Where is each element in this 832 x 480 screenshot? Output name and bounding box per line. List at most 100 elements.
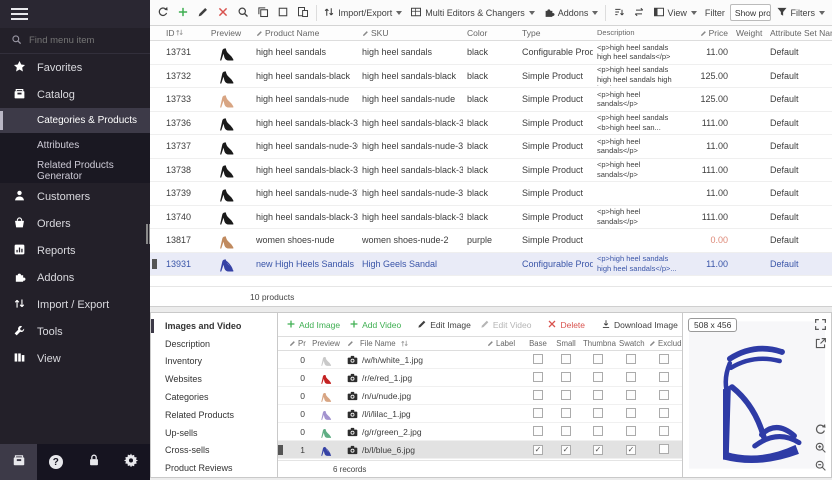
transfer-button[interactable] xyxy=(630,4,648,22)
product-row[interactable]: 13731high heel sandalshigh heel sandalsb… xyxy=(150,41,832,65)
delete-image-button[interactable]: Delete xyxy=(544,317,588,333)
tab-categories[interactable]: Categories xyxy=(151,388,277,406)
sidebar-item-catalog[interactable]: Catalog xyxy=(0,81,150,108)
image-row[interactable]: 1/b/l/blue_6.jpg✓✓✓✓ xyxy=(278,441,682,459)
select-button[interactable] xyxy=(274,4,292,22)
small-checkbox[interactable] xyxy=(561,354,571,364)
help-button[interactable]: ? xyxy=(37,455,75,469)
thumbnail-checkbox[interactable] xyxy=(593,426,603,436)
swatch-checkbox[interactable] xyxy=(626,372,636,382)
menu-search-input[interactable] xyxy=(29,35,129,46)
open-external-icon[interactable] xyxy=(814,337,827,350)
exclude-checkbox[interactable] xyxy=(659,408,669,418)
image-row[interactable]: 0/w/h/white_1.jpg xyxy=(278,351,682,369)
tab-images-and-video[interactable]: Images and Video xyxy=(151,317,277,335)
column-header-exclude[interactable]: Exclude xyxy=(646,339,681,348)
sidebar-subitem-categories-products[interactable]: Categories & Products xyxy=(0,108,150,133)
column-header-product-name[interactable]: Product Name xyxy=(252,28,358,38)
product-row[interactable]: 13737high heel sandals-nude-36high heel … xyxy=(150,135,832,159)
column-header-swatch[interactable]: Swatch xyxy=(616,339,646,348)
tab-inventory[interactable]: Inventory xyxy=(151,353,277,371)
product-row[interactable]: 13733high heel sandals-nudehigh heel san… xyxy=(150,88,832,112)
image-row[interactable]: 0/r/e/red_1.jpg xyxy=(278,369,682,387)
view-button[interactable]: View xyxy=(650,4,700,22)
small-checkbox[interactable] xyxy=(561,390,571,400)
menu-toggle-button[interactable] xyxy=(0,0,150,28)
duplicate-button[interactable] xyxy=(294,4,312,22)
column-header-description[interactable]: Description xyxy=(593,28,683,37)
product-row[interactable]: 13817women shoes-nudewomen shoes-nude-2p… xyxy=(150,229,832,253)
product-row[interactable]: 13740high heel sandals-black-38high heel… xyxy=(150,206,832,230)
addons-button[interactable]: Addons xyxy=(540,4,602,22)
sidebar-item-reports[interactable]: Reports xyxy=(0,237,150,264)
category-filter-select[interactable]: Show products from selected categories xyxy=(730,4,771,21)
add-product-button[interactable] xyxy=(174,4,192,22)
edit-product-button[interactable] xyxy=(194,4,212,22)
product-row[interactable]: 13738high heel sandals-black-37high heel… xyxy=(150,159,832,183)
thumbnail-checkbox[interactable]: ✓ xyxy=(593,445,603,455)
thumbnail-checkbox[interactable] xyxy=(593,372,603,382)
base-checkbox[interactable] xyxy=(533,372,543,382)
small-checkbox[interactable] xyxy=(561,372,571,382)
sidebar-item-tools[interactable]: Tools xyxy=(0,318,150,345)
image-row[interactable]: 0/l/i/lilac_1.jpg xyxy=(278,405,682,423)
column-header-base[interactable]: Base xyxy=(524,339,552,348)
column-header-pr[interactable]: Pr xyxy=(286,339,308,348)
settings-button[interactable] xyxy=(112,453,150,472)
thumbnail-checkbox[interactable] xyxy=(593,390,603,400)
sidebar-item-customers[interactable]: Customers xyxy=(0,183,150,210)
add-video-button[interactable]: Add Video xyxy=(346,317,404,333)
import-export-button[interactable]: Import/Export xyxy=(320,4,405,22)
image-row[interactable]: 0/n/u/nude.jpg xyxy=(278,387,682,405)
column-header-small[interactable]: Small xyxy=(552,339,580,348)
catalog-shortcut-button[interactable] xyxy=(0,444,37,480)
reload-image-icon[interactable] xyxy=(814,423,827,436)
tab-description[interactable]: Description xyxy=(151,335,277,353)
exclude-checkbox[interactable] xyxy=(659,426,669,436)
sidebar-item-favorites[interactable]: Favorites xyxy=(0,54,150,81)
zoom-in-icon[interactable] xyxy=(814,441,827,454)
product-row[interactable]: 13739high heel sandals-nude-37high heel … xyxy=(150,182,832,206)
sidebar-item-view[interactable]: View xyxy=(0,345,150,372)
filters-button[interactable]: Filters xyxy=(773,4,829,22)
sidebar-subitem-related-products-generator[interactable]: Related Products Generator xyxy=(0,158,150,183)
splitter-handle[interactable] xyxy=(146,224,152,244)
add-image-button[interactable]: Add Image xyxy=(283,317,343,333)
column-header-thumbna[interactable]: Thumbna xyxy=(580,339,616,348)
product-row[interactable]: 13732high heel sandals-blackhigh heel sa… xyxy=(150,65,832,89)
column-header-preview[interactable]: Preview xyxy=(308,339,344,348)
fullscreen-icon[interactable] xyxy=(814,318,827,331)
base-checkbox[interactable] xyxy=(533,354,543,364)
product-row[interactable]: 13736high heel sandals-black-36high heel… xyxy=(150,112,832,136)
exclude-checkbox[interactable] xyxy=(659,444,669,454)
tab-cross-sells[interactable]: Cross-sells xyxy=(151,442,277,460)
swatch-checkbox[interactable] xyxy=(626,408,636,418)
thumbnail-checkbox[interactable] xyxy=(593,408,603,418)
sidebar-item-import-export[interactable]: Import / Export xyxy=(0,291,150,318)
edit-image-button[interactable]: Edit Image xyxy=(414,317,474,333)
copy-button[interactable] xyxy=(254,4,272,22)
column-header-file-name[interactable]: File Name xyxy=(344,339,484,349)
lock-button[interactable] xyxy=(75,453,113,472)
column-header-type[interactable]: Type xyxy=(518,28,593,38)
exclude-checkbox[interactable] xyxy=(659,354,669,364)
refresh-button[interactable] xyxy=(154,4,172,22)
multi-editors-button[interactable]: Multi Editors & Changers xyxy=(407,4,538,22)
search-button[interactable] xyxy=(234,4,252,22)
exclude-checkbox[interactable] xyxy=(659,390,669,400)
sidebar-item-orders[interactable]: Orders xyxy=(0,210,150,237)
column-header-price[interactable]: Price xyxy=(683,28,732,38)
small-checkbox[interactable] xyxy=(561,426,571,436)
zoom-out-icon[interactable] xyxy=(814,459,827,472)
small-checkbox[interactable] xyxy=(561,408,571,418)
tab-websites[interactable]: Websites xyxy=(151,370,277,388)
delete-product-button[interactable] xyxy=(214,4,232,22)
thumbnail-checkbox[interactable] xyxy=(593,354,603,364)
swatch-checkbox[interactable]: ✓ xyxy=(626,445,636,455)
tab-product-reviews[interactable]: Product Reviews xyxy=(151,459,277,477)
base-checkbox[interactable] xyxy=(533,426,543,436)
tab-up-sells[interactable]: Up-sells xyxy=(151,424,277,442)
column-header-color[interactable]: Color xyxy=(463,28,518,38)
swatch-checkbox[interactable] xyxy=(626,426,636,436)
column-header-id[interactable]: ID xyxy=(162,28,200,38)
